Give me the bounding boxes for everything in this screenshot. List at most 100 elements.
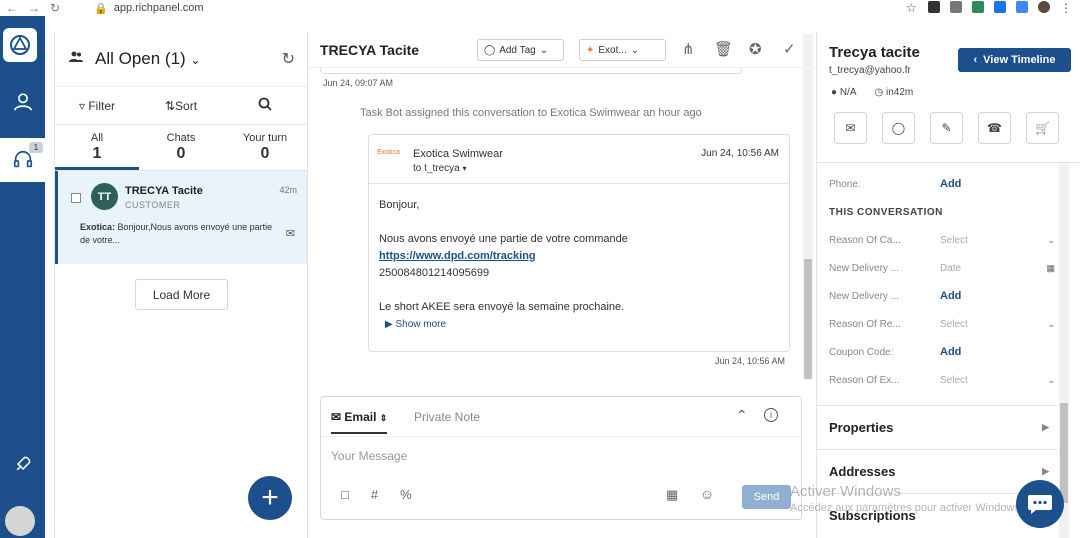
clock-icon: ◷ [874,87,884,98]
filter-label: Filter [88,98,116,113]
emoji-icon[interactable]: ☺ [700,486,714,502]
refresh-icon[interactable]: ↻ [282,49,295,69]
extension-icon[interactable] [972,1,984,13]
view-selector[interactable]: All Open (1) ⌄ [95,49,201,69]
forward-icon[interactable]: → [28,1,44,15]
scrollbar-thumb[interactable] [1060,403,1068,503]
view-title: All Open (1) [95,49,186,68]
agent-avatar[interactable] [5,506,35,536]
conversation-title: TRECYA Tacite [320,41,420,58]
extension-icon[interactable] [950,1,962,13]
field-select[interactable]: Select [940,235,968,246]
customer-name: Trecya tacite [829,44,920,61]
notification-badge: 1 [29,142,43,153]
conversation-fields: Phone: Add THIS CONVERSATION Reason Of Ca… [829,170,1055,394]
caret-down-icon: ▾ [462,164,467,173]
extension-icon[interactable] [928,1,940,13]
check-circle-icon[interactable]: ✓ [783,40,796,58]
tab-private-note[interactable]: Private Note [414,410,480,424]
menu-icon[interactable]: ⋮ [1060,1,1072,15]
field-row[interactable]: New Delivery ... Date ▦ [829,254,1055,282]
add-link[interactable]: Add [940,290,961,302]
headset-icon[interactable]: 1 [0,138,45,182]
reply-composer: ✉ Email ⇕ Private Note ⌃ i Your Message … [320,396,802,520]
chevron-down-icon: ⌄ [630,44,640,56]
trash-icon[interactable]: 🗑 [714,40,733,58]
note-action-icon[interactable]: ✎ [930,112,963,144]
tab-count: 1 [92,145,102,162]
profile-icon[interactable] [1038,1,1050,13]
chat-action-icon[interactable]: ◯ [882,112,915,144]
message-greeting: Bonjour, [379,199,420,211]
attachment-icon[interactable]: ▦ [666,487,678,503]
user-icon[interactable] [0,82,45,122]
show-more-toggle[interactable]: ▶ Show more [385,316,779,333]
search-button[interactable] [223,97,307,114]
add-tag-dropdown[interactable]: ◯ Add Tag ⌄ [477,39,564,61]
scrollbar-thumb[interactable] [804,259,812,379]
field-select[interactable]: Select [940,319,968,330]
star-icon[interactable]: ✪ [749,40,762,58]
tab-your-turn[interactable]: Your turn 0 [223,125,307,170]
richpanel-logo[interactable] [3,28,37,62]
message-date: Jun 24, 09:07 AM [323,78,394,88]
hashtag-icon[interactable]: # [371,487,378,502]
phone-action-icon[interactable]: ☎ [978,112,1011,144]
back-icon[interactable]: ← [6,1,22,15]
select-checkbox[interactable] [71,193,81,203]
properties-panel[interactable]: Properties ▶ [817,405,1057,449]
cart-action-icon[interactable]: 🛒 [1026,112,1059,144]
tab-chats[interactable]: Chats 0 [139,125,223,170]
chat-widget-icon[interactable] [1016,480,1064,528]
field-row[interactable]: Reason Of Ca... Select ⌄ [829,226,1055,254]
tab-email[interactable]: ✉ Email ⇕ [331,410,388,434]
filter-icon: ▿ [78,98,85,113]
message-recipient[interactable]: to t_trecya ▾ [413,163,467,174]
extension-icon[interactable] [994,1,1006,13]
sort-button[interactable]: ⇅Sort [139,99,223,113]
date-field[interactable]: Date [940,263,961,274]
windows-watermark-sub: Accédez aux paramètres pour activer Wind… [790,502,1023,514]
field-row[interactable]: Reason Of Ex... Select ⌄ [829,366,1055,394]
filter-button[interactable]: ▿ Filter [55,99,139,113]
field-row[interactable]: Coupon Code: Add [829,338,1055,366]
tab-count: 0 [176,145,186,162]
percent-icon[interactable]: % [400,487,412,502]
chevron-down-icon: ⌄ [539,44,549,56]
view-timeline-button[interactable]: ‹ View Timeline [958,48,1071,72]
extension-icon[interactable] [1016,1,1028,13]
email-action-icon[interactable]: ✉ [834,112,867,144]
tracking-number: 250084801214095699 [379,267,490,279]
conversation-card[interactable]: TT TRECYA Tacite CUSTOMER 42m Exotica: B… [55,171,307,264]
thread-scrollbar[interactable] [803,34,813,379]
new-conversation-button[interactable]: + [248,476,292,520]
field-row[interactable]: New Delivery ... Add [829,282,1055,310]
merge-icon[interactable]: ⋔ [682,40,695,58]
reload-icon[interactable]: ↻ [50,1,66,15]
panel-title: Addresses [829,464,896,479]
panel-scrollbar[interactable] [1059,163,1069,538]
mail-icon: ✉ [331,410,342,424]
add-coupon-link[interactable]: Add [940,346,961,358]
address-bar[interactable]: 🔒 app.richpanel.com [94,2,204,15]
previous-message-edge [320,68,742,74]
plus-icon: + [261,481,279,514]
field-row[interactable]: Reason Of Re... Select ⌄ [829,310,1055,338]
mail-icon: ✉ [285,228,295,240]
message-date: Jun 24, 10:56 AM [714,356,785,366]
template-icon[interactable]: □ [341,487,349,502]
rocket-icon[interactable] [0,444,45,484]
send-button[interactable]: Send [742,485,791,509]
load-more-button[interactable]: Load More [135,279,228,310]
collapse-icon[interactable]: ⌃ [736,407,748,424]
info-icon[interactable]: i [764,408,778,422]
location: ● N/A [831,87,857,98]
add-phone-link[interactable]: Add [940,178,961,190]
star-icon[interactable]: ☆ [906,1,918,15]
message-input[interactable]: Your Message [331,449,407,463]
field-select[interactable]: Select [940,375,968,386]
tab-all[interactable]: All 1 [55,125,139,170]
location-value: N/A [839,87,857,98]
tracking-link[interactable]: https://www.dpd.com/tracking [379,250,536,262]
brand-dropdown[interactable]: ✦ Exot... ⌄ [579,39,666,61]
